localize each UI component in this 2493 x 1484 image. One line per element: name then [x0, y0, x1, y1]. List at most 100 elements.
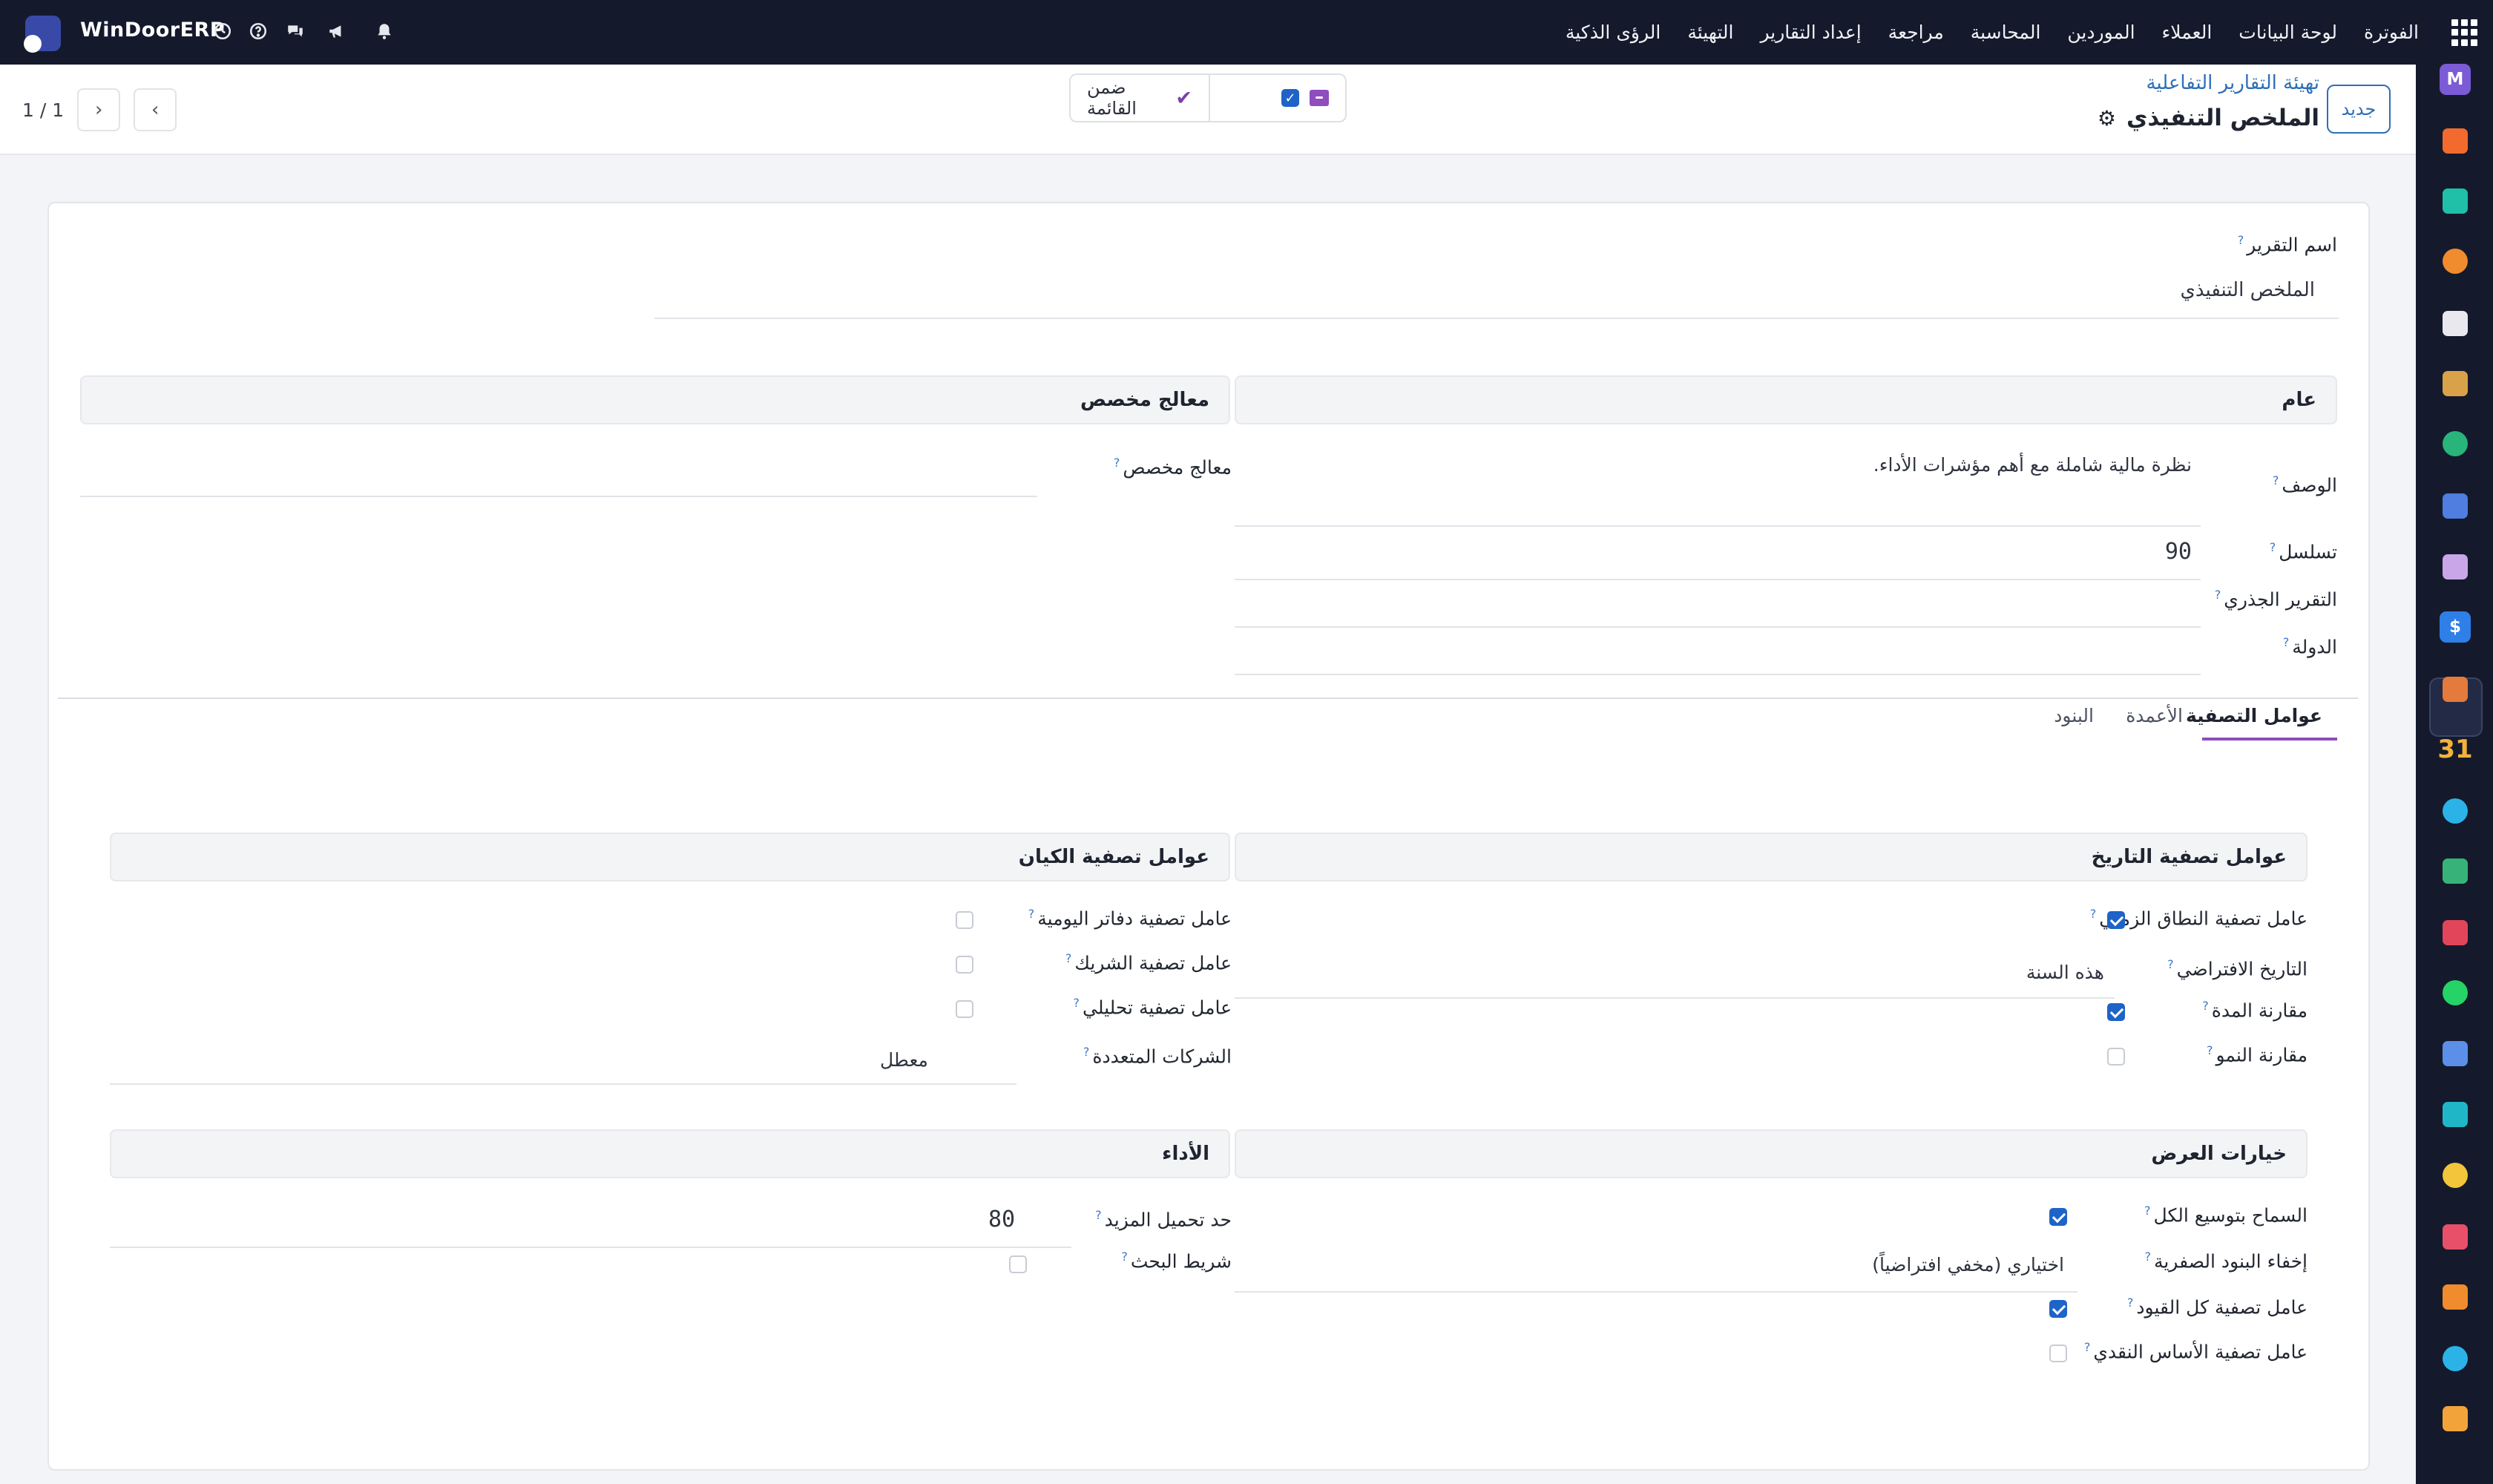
- search-bar-checkbox[interactable]: [1009, 1255, 1027, 1273]
- section-date-filters: عوامل تصفية التاريخ: [1235, 833, 2308, 881]
- date-range-filter-checkbox[interactable]: [2107, 911, 2125, 929]
- cube-icon[interactable]: [2440, 308, 2471, 339]
- menu-vendors[interactable]: الموردين: [2054, 22, 2148, 43]
- main-menu: الفوترة لوحة البيانات العملاء الموردين ا…: [1552, 0, 2432, 65]
- menu-customers[interactable]: العملاء: [2149, 22, 2226, 43]
- chat-bubble-icon[interactable]: [2440, 125, 2471, 157]
- description-input[interactable]: نظرة مالية شاملة مع أهم مؤشرات الأداء.: [1873, 454, 2192, 476]
- control-panel: جديد تهيئة التقارير التفاعلية الملخص الت…: [0, 65, 2416, 155]
- in-list-label: ضمن القائمة: [1087, 77, 1137, 119]
- country-label: الدولة?: [2282, 635, 2337, 658]
- people-icon[interactable]: [2440, 674, 2471, 705]
- sequence-label: تسلسل?: [2269, 540, 2337, 563]
- status-controls: ضمن القائمة ✔ ✓: [1069, 73, 1347, 122]
- custom-handler-label: معالج مخصص?: [1113, 456, 1232, 479]
- period-comparison-checkbox[interactable]: [2107, 1003, 2125, 1021]
- report-name-input[interactable]: الملخص التنفيذي: [2180, 279, 2315, 301]
- load-more-limit-input[interactable]: 80: [988, 1206, 1015, 1232]
- record-title: الملخص التنفيذي ⚙: [2098, 105, 2319, 131]
- discuss-icon[interactable]: [280, 16, 310, 46]
- chevron-left-icon[interactable]: ‹: [134, 88, 177, 131]
- report-name-underline: [654, 318, 2339, 319]
- root-report-label: التقرير الجذري?: [2214, 588, 2337, 611]
- contact-icon[interactable]: [2440, 856, 2471, 887]
- m-app-icon[interactable]: M: [2440, 64, 2471, 95]
- whatsapp-icon[interactable]: [2440, 977, 2471, 1008]
- pen-icon[interactable]: [2440, 795, 2471, 827]
- country-input[interactable]: [1235, 674, 2201, 675]
- book-icon[interactable]: [2440, 490, 2471, 522]
- sequence-input[interactable]: 90: [2165, 539, 2192, 565]
- calendar-icon[interactable]: 31: [2437, 734, 2472, 765]
- growth-comparison-label: مقارنة النمو?: [2206, 1043, 2308, 1066]
- photo-icon[interactable]: [2440, 368, 2471, 399]
- custom-handler-underline[interactable]: [80, 496, 1037, 497]
- partner-filter-label: عامل تصفية الشريك?: [1065, 951, 1232, 974]
- multi-company-select[interactable]: معطل: [880, 1049, 928, 1071]
- menu-configuration[interactable]: التهيئة: [1674, 22, 1747, 43]
- wave-icon[interactable]: [2440, 1099, 2471, 1130]
- in-list-toggle[interactable]: ضمن القائمة ✔: [1069, 73, 1210, 122]
- checkmark-icon: ✔: [1175, 86, 1192, 110]
- top-navbar: WinDoorERP الفوترة لوحة البيانات العملاء…: [0, 0, 2493, 65]
- clock-icon[interactable]: [208, 16, 237, 46]
- app-grid-icon[interactable]: [2451, 19, 2478, 46]
- pager-value[interactable]: 1 / 1: [22, 99, 64, 121]
- menu-dashboard[interactable]: لوحة البيانات: [2225, 22, 2351, 43]
- app-dock: M $31: [2416, 64, 2493, 1484]
- check-icon[interactable]: [2440, 428, 2471, 459]
- menu-smart-insights[interactable]: الرؤى الذكية: [1552, 22, 1674, 43]
- analytic-filter-checkbox[interactable]: [956, 1000, 973, 1018]
- all-entries-filter-checkbox[interactable]: [2049, 1300, 2067, 1318]
- archive-icon[interactable]: [1310, 90, 1329, 106]
- default-date-select[interactable]: هذه السنة: [2026, 962, 2104, 983]
- tab-lines[interactable]: البنود: [2054, 705, 2094, 726]
- help-icon[interactable]: [243, 16, 273, 46]
- pager: 1 / 1 › ‹: [22, 85, 177, 134]
- growth-comparison-checkbox[interactable]: [2107, 1048, 2125, 1066]
- sequence-underline: [1235, 579, 2201, 580]
- root-report-input[interactable]: [1235, 626, 2201, 628]
- clock-icon[interactable]: [2440, 1038, 2471, 1069]
- journals-filter-checkbox[interactable]: [956, 911, 973, 929]
- description-underline: [1235, 525, 2201, 527]
- section-general: عام: [1235, 375, 2337, 424]
- invoice-icon[interactable]: $: [2440, 611, 2471, 643]
- checkbox-checked-icon[interactable]: ✓: [1281, 89, 1299, 107]
- partner-filter-checkbox[interactable]: [956, 956, 973, 974]
- active-archive-toggle[interactable]: ✓: [1210, 73, 1347, 122]
- report-name-label: اسم التقرير?: [2237, 233, 2337, 256]
- description-label: الوصف?: [2272, 473, 2337, 496]
- section-custom-handler: معالج مخصص: [80, 375, 1230, 424]
- chevron-right-icon[interactable]: ›: [77, 88, 121, 131]
- megaphone-icon[interactable]: [322, 16, 352, 46]
- hide-zero-lines-underline: [1235, 1291, 2078, 1293]
- journals-filter-label: عامل تصفية دفاتر اليومية?: [1028, 907, 1232, 930]
- menu-accounting[interactable]: المحاسبة: [1957, 22, 2054, 43]
- menu-review[interactable]: مراجعة: [1875, 22, 1957, 43]
- brand-name[interactable]: WinDoorERP: [80, 19, 225, 42]
- cash-basis-filter-checkbox[interactable]: [2049, 1345, 2067, 1362]
- gear-icon[interactable]: ⚙: [2098, 106, 2116, 131]
- hide-zero-lines-select[interactable]: اختياري (مخفي افتراضياً): [1872, 1254, 2064, 1275]
- tab-filters[interactable]: عوامل التصفية: [2186, 705, 2322, 726]
- tab-columns[interactable]: الأعمدة: [2126, 705, 2183, 726]
- box-icon[interactable]: [2440, 551, 2471, 582]
- bar-chart-icon[interactable]: [2440, 246, 2471, 277]
- hex-icon[interactable]: [2440, 1281, 2471, 1313]
- paper-plane-icon[interactable]: [2440, 1160, 2471, 1191]
- vee-icon[interactable]: [2440, 186, 2471, 217]
- breadcrumb[interactable]: تهيئة التقارير التفاعلية: [2146, 72, 2319, 94]
- bell-icon[interactable]: [369, 16, 399, 46]
- multi-company-underline: [110, 1083, 1016, 1085]
- unfold-all-checkbox[interactable]: [2049, 1208, 2067, 1226]
- company-logo[interactable]: [24, 16, 61, 53]
- section-performance: الأداء: [110, 1129, 1230, 1178]
- menu-reporting-setup[interactable]: إعداد التقارير: [1747, 22, 1874, 43]
- hexagon-icon[interactable]: [2440, 1403, 2471, 1434]
- dashboard-icon[interactable]: [2440, 917, 2471, 948]
- new-button[interactable]: جديد: [2327, 85, 2391, 134]
- menu-invoicing[interactable]: الفوترة: [2351, 22, 2432, 43]
- pie-icon[interactable]: [2440, 1343, 2471, 1374]
- stripes-icon[interactable]: [2440, 1221, 2471, 1252]
